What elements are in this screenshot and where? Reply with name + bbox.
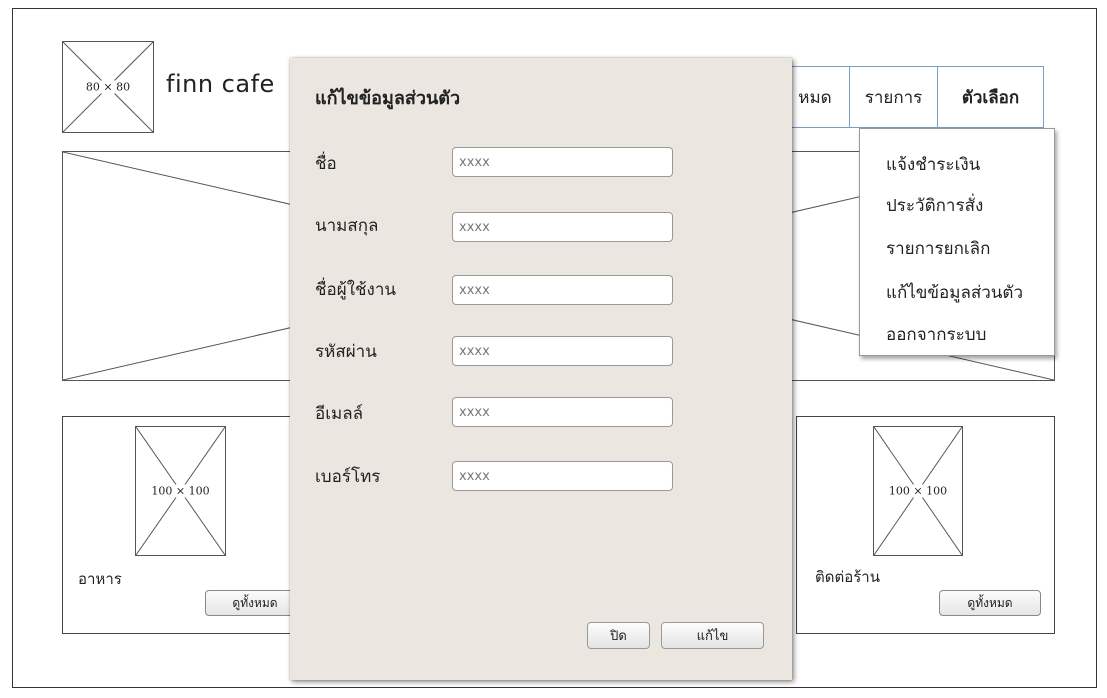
contact-view-all-button[interactable]: ดูทั้งหมด [939,590,1041,616]
nav-item-options[interactable]: ตัวเลือก [937,67,1043,127]
contact-image-placeholder: 100 × 100 [873,426,963,556]
food-card-label: อาหาร [78,570,122,588]
contact-card: 100 × 100 ติดต่อร้าน ดูทั้งหมด [796,416,1055,634]
contact-placeholder-label: 100 × 100 [886,484,950,498]
logo-placeholder-label: 80 × 80 [83,80,133,94]
first-name-input[interactable] [452,147,673,177]
nav-item-list[interactable]: รายการ [849,67,937,127]
dialog-title: แก้ไขข้อมูลส่วนตัว [315,88,461,109]
last-name-label: นามสกุล [315,216,379,236]
phone-label: เบอร์โทร [315,467,381,487]
menu-item-cancelled-orders[interactable]: รายการยกเลิก [886,235,990,262]
password-input[interactable] [452,336,673,366]
edit-profile-dialog: แก้ไขข้อมูลส่วนตัว ชื่อ นามสกุล ชื่อผู้ใ… [290,58,792,680]
brand-name: finn cafe [166,70,275,98]
username-input[interactable] [452,275,673,305]
menu-item-logout[interactable]: ออกจากระบบ [886,321,986,348]
food-card: 100 × 100 อาหาร ดูทั้งหมด [62,416,305,634]
username-label: ชื่อผู้ใช้งาน [315,280,397,300]
top-nav: หมด รายการ ตัวเลือก [780,66,1044,128]
food-placeholder-label: 100 × 100 [149,484,212,498]
logo-image-placeholder: 80 × 80 [62,41,154,133]
email-input[interactable] [452,397,673,427]
edit-button[interactable]: แก้ไข [661,622,764,649]
contact-card-label: ติดต่อร้าน [815,568,880,586]
options-dropdown-menu: แจ้งชำระเงิน ประวัติการสั่ง รายการยกเลิก… [859,128,1055,356]
menu-item-payment[interactable]: แจ้งชำระเงิน [886,151,980,178]
last-name-input[interactable] [452,212,673,242]
food-image-placeholder: 100 × 100 [135,426,226,556]
email-label: อีเมลล์ [315,404,364,424]
menu-item-order-history[interactable]: ประวัติการสั่ง [886,192,983,219]
phone-input[interactable] [452,461,673,491]
first-name-label: ชื่อ [315,154,337,174]
menu-item-edit-profile[interactable]: แก้ไขข้อมูลส่วนตัว [886,279,1023,306]
close-button[interactable]: ปิด [587,622,650,649]
password-label: รหัสผ่าน [315,342,377,362]
